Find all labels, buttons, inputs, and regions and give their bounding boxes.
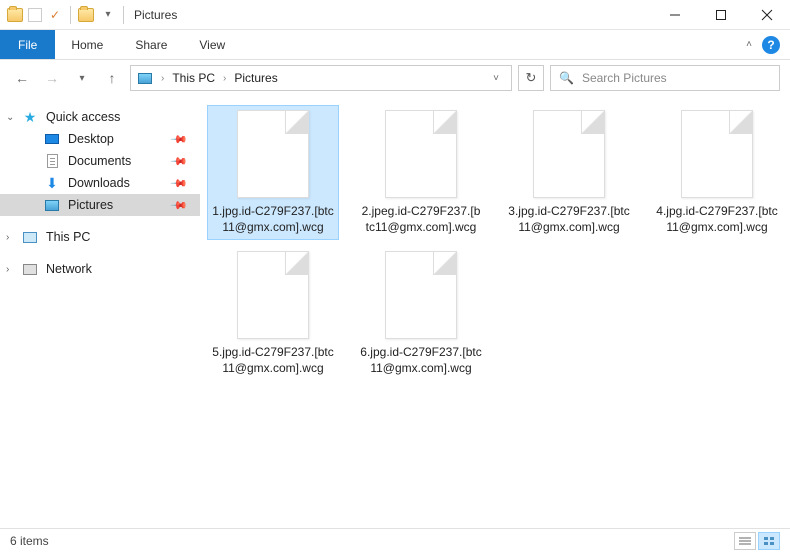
sidebar-label: Downloads <box>68 176 130 190</box>
forward-button[interactable]: → <box>40 66 64 90</box>
up-button[interactable]: ↑ <box>100 66 124 90</box>
file-item[interactable]: 3.jpg.id-C279F237.[btc11@gmx.com].wcg <box>504 106 634 239</box>
tab-share[interactable]: Share <box>119 30 183 59</box>
file-name: 1.jpg.id-C279F237.[btc11@gmx.com].wcg <box>212 204 334 235</box>
sidebar-item-downloads[interactable]: ⬇ Downloads 📌 <box>0 172 200 194</box>
sidebar-label: Quick access <box>46 110 120 124</box>
breadcrumb-item[interactable]: Pictures <box>234 71 277 85</box>
minimize-button[interactable] <box>652 0 698 30</box>
sidebar-label: Pictures <box>68 198 113 212</box>
sidebar-item-pictures[interactable]: Pictures 📌 <box>0 194 200 216</box>
sidebar-label: This PC <box>46 230 90 244</box>
file-item[interactable]: 5.jpg.id-C279F237.[btc11@gmx.com].wcg <box>208 247 338 380</box>
tab-view[interactable]: View <box>183 30 241 59</box>
file-item[interactable]: 2.jpeg.id-C279F237.[btc11@gmx.com].wcg <box>356 106 486 239</box>
status-bar: 6 items <box>0 528 790 552</box>
address-bar[interactable]: › This PC › Pictures ˅ <box>130 65 512 91</box>
tab-home[interactable]: Home <box>55 30 119 59</box>
sidebar-label: Network <box>46 262 92 276</box>
chevron-right-icon: › <box>223 73 226 84</box>
details-view-button[interactable] <box>734 532 756 550</box>
file-item[interactable]: 6.jpg.id-C279F237.[btc11@gmx.com].wcg <box>356 247 486 380</box>
qat-checkbox-icon[interactable]: ✓ <box>46 6 64 24</box>
recent-locations-button[interactable]: ▾ <box>70 66 94 90</box>
ribbon-collapse-icon[interactable]: ˄ <box>746 39 752 50</box>
close-button[interactable] <box>744 0 790 30</box>
network-icon <box>22 261 38 277</box>
separator <box>70 6 71 24</box>
pictures-icon <box>44 197 60 213</box>
file-tab[interactable]: File <box>0 30 55 59</box>
sidebar-item-desktop[interactable]: Desktop 📌 <box>0 128 200 150</box>
file-item[interactable]: 4.jpg.id-C279F237.[btc11@gmx.com].wcg <box>652 106 782 239</box>
file-item[interactable]: 1.jpg.id-C279F237.[btc11@gmx.com].wcg <box>208 106 338 239</box>
window-title: Pictures <box>134 8 177 22</box>
explorer-icon <box>6 6 24 24</box>
search-input[interactable]: 🔍 Search Pictures <box>550 65 780 91</box>
search-placeholder: Search Pictures <box>582 71 667 85</box>
sidebar-item-quick-access[interactable]: ⌄ ★ Quick access <box>0 106 200 128</box>
pin-icon: 📌 <box>170 196 189 215</box>
file-thumbnail-icon <box>237 110 309 198</box>
sidebar-label: Documents <box>68 154 131 168</box>
maximize-button[interactable] <box>698 0 744 30</box>
file-name: 5.jpg.id-C279F237.[btc11@gmx.com].wcg <box>212 345 334 376</box>
document-icon <box>44 153 60 169</box>
sidebar-label: Desktop <box>68 132 114 146</box>
navigation-row: ← → ▾ ↑ › This PC › Pictures ˅ ↻ 🔍 Searc… <box>0 60 790 96</box>
breadcrumb-item[interactable]: This PC <box>172 71 215 85</box>
file-thumbnail-icon <box>681 110 753 198</box>
folder-icon <box>77 6 95 24</box>
chevron-right-icon: › <box>161 73 164 84</box>
content-area: ⌄ ★ Quick access Desktop 📌 Documents 📌 ⬇… <box>0 96 790 528</box>
search-icon: 🔍 <box>559 71 574 85</box>
file-thumbnail-icon <box>533 110 605 198</box>
file-name: 2.jpeg.id-C279F237.[btc11@gmx.com].wcg <box>360 204 482 235</box>
tree-expander-icon[interactable]: › <box>6 232 9 243</box>
ribbon: File Home Share View ˄ ? <box>0 30 790 60</box>
help-icon[interactable]: ? <box>762 36 780 54</box>
pc-icon <box>22 229 38 245</box>
navigation-pane: ⌄ ★ Quick access Desktop 📌 Documents 📌 ⬇… <box>0 96 200 528</box>
tree-expander-icon[interactable]: ⌄ <box>6 112 14 123</box>
address-dropdown-icon[interactable]: ˅ <box>487 73 505 84</box>
pin-icon: 📌 <box>170 174 189 193</box>
file-thumbnail-icon <box>237 251 309 339</box>
sidebar-item-network[interactable]: › Network <box>0 258 200 280</box>
sidebar-item-this-pc[interactable]: › This PC <box>0 226 200 248</box>
tree-expander-icon[interactable]: › <box>6 264 9 275</box>
file-name: 6.jpg.id-C279F237.[btc11@gmx.com].wcg <box>360 345 482 376</box>
separator <box>123 6 124 24</box>
icons-view-button[interactable] <box>758 532 780 550</box>
star-icon: ★ <box>22 109 38 125</box>
refresh-button[interactable]: ↻ <box>518 65 544 91</box>
pin-icon: 📌 <box>170 152 189 171</box>
pin-icon: 📌 <box>170 130 189 149</box>
file-thumbnail-icon <box>385 110 457 198</box>
item-count: 6 items <box>10 534 49 548</box>
pictures-icon <box>137 70 153 86</box>
file-name: 3.jpg.id-C279F237.[btc11@gmx.com].wcg <box>508 204 630 235</box>
back-button[interactable]: ← <box>10 66 34 90</box>
qat-properties-icon[interactable] <box>28 8 42 22</box>
desktop-icon <box>44 131 60 147</box>
qat-dropdown-icon[interactable]: ▾ <box>99 6 117 24</box>
title-bar: ✓ ▾ Pictures <box>0 0 790 30</box>
file-thumbnail-icon <box>385 251 457 339</box>
download-icon: ⬇ <box>44 175 60 191</box>
sidebar-item-documents[interactable]: Documents 📌 <box>0 150 200 172</box>
file-grid[interactable]: 1.jpg.id-C279F237.[btc11@gmx.com].wcg 2.j… <box>200 96 790 528</box>
file-name: 4.jpg.id-C279F237.[btc11@gmx.com].wcg <box>656 204 778 235</box>
